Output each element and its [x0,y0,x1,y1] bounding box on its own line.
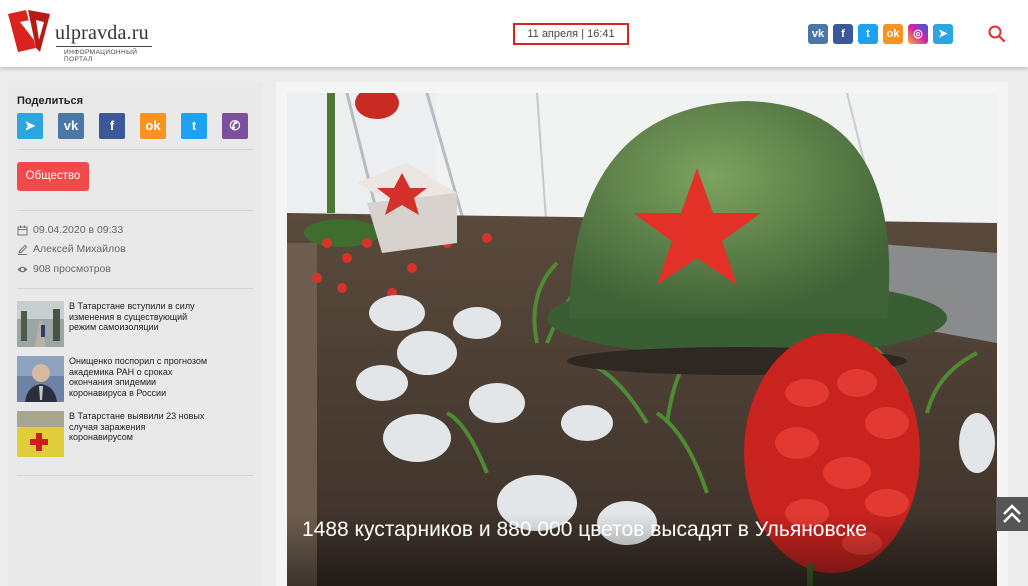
facebook-icon[interactable]: f [99,113,125,139]
chevron-up-icon [1003,504,1021,523]
logo-subtitle: ИНФОРМАЦИОННЫЙ ПОРТАЛ [64,49,138,63]
pencil-icon [18,244,28,255]
site-logo[interactable]: ulpravda.ru ИНФОРМАЦИОННЫЙ ПОРТАЛ [6,8,156,63]
current-datetime: 11 апреля | 16:41 [513,23,629,45]
news-headline[interactable]: В Татарстане вступили в силу изменения в… [69,301,209,333]
divider [17,210,253,211]
calendar-icon [17,225,28,235]
view-count-text: 908 просмотров [33,263,111,275]
site-header: ulpravda.ru ИНФОРМАЦИОННЫЙ ПОРТАЛ 11 апр… [0,0,1028,67]
article-title[interactable]: 1488 кустарников и 880 000 цветов высадя… [302,518,867,542]
view-count: 908 просмотров [17,263,111,275]
twitter-icon[interactable]: t [181,113,207,139]
article-card: 1488 кустарников и 880 000 цветов высадя… [276,82,1008,586]
article-author: Алексей Михайлов [17,243,126,255]
publish-date: 09.04.2020 в 09:33 [17,224,123,236]
odnoklassniki-icon[interactable]: ok [883,24,903,44]
publish-date-text: 09.04.2020 в 09:33 [33,224,124,236]
logo-name: ulpravda.ru [55,22,149,44]
divider [17,288,253,289]
divider [17,475,253,476]
telegram-icon[interactable]: ➤ [933,24,953,44]
logo-divider [56,46,152,47]
news-thumbnail [17,301,64,347]
divider [17,149,253,150]
news-thumbnail [17,356,64,402]
header-social-links: vk f t ok ◎ ➤ [808,24,953,44]
news-headline[interactable]: Онищенко поспорил с прогнозом академика … [69,356,209,398]
category-tag-button[interactable]: Общество [17,162,89,191]
news-headline[interactable]: В Татарстане выявили 23 новых случая зар… [69,411,209,443]
author-name[interactable]: Алексей Михайлов [33,243,126,255]
twitter-icon[interactable]: t [858,24,878,44]
related-news-item[interactable]: Онищенко поспорил с прогнозом академика … [17,356,253,404]
related-news-item[interactable]: В Татарстане выявили 23 новых случая зар… [17,411,253,459]
logo-mark-icon [8,10,50,52]
search-icon[interactable] [987,24,1007,44]
article-hero-image[interactable]: 1488 кустарников и 880 000 цветов высадя… [287,93,997,586]
viber-icon[interactable]: ✆ [222,113,248,139]
scroll-to-top-button[interactable] [996,497,1028,531]
hero-photo [287,93,997,586]
instagram-icon[interactable]: ◎ [908,24,928,44]
facebook-icon[interactable]: f [833,24,853,44]
vk-icon[interactable]: vk [58,113,84,139]
share-buttons: ➤ vk f ok t ✆ [17,113,248,139]
vk-icon[interactable]: vk [808,24,828,44]
eye-icon [17,266,28,272]
news-thumbnail [17,411,64,457]
odnoklassniki-icon[interactable]: ok [140,113,166,139]
telegram-icon[interactable]: ➤ [17,113,43,139]
share-title: Поделиться [17,95,84,107]
article-sidebar: Поделиться ➤ vk f ok t ✆ Общество 09.04.… [8,82,262,586]
related-news-item[interactable]: В Татарстане вступили в силу изменения в… [17,301,253,349]
